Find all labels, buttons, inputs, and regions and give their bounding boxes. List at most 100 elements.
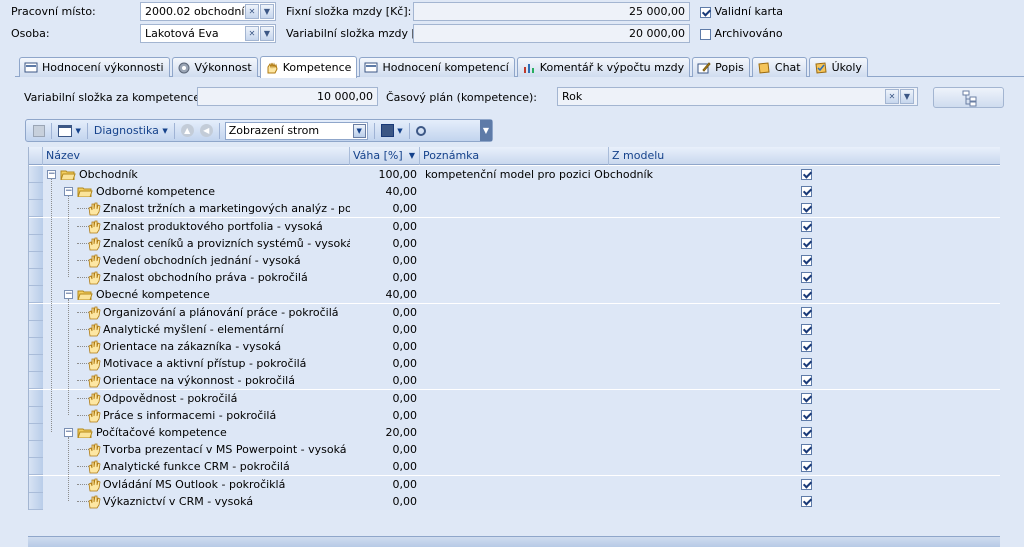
- tab-competence-evaluation[interactable]: Hodnocení kompetencí: [359, 57, 515, 77]
- time-plan-combo[interactable]: Rok ✕ ▼: [557, 87, 918, 106]
- print-preview-button[interactable]: [30, 122, 48, 140]
- tree-item-row[interactable]: Orientace na zákazníka - vysoká 0,00: [29, 338, 1001, 355]
- checkbox-icon[interactable]: [700, 28, 711, 40]
- tree-folder-row[interactable]: − Odborné kompetence 40,00: [29, 183, 1001, 201]
- tree-item-row[interactable]: Orientace na výkonnost - pokročilá 0,00: [29, 372, 1001, 390]
- from-model-checkbox[interactable]: [801, 169, 812, 180]
- fixed-salary-field[interactable]: 25 000,00: [413, 2, 690, 21]
- from-model-checkbox[interactable]: [801, 289, 812, 301]
- tree-item-row[interactable]: Znalost obchodního práva - pokročilá 0,00: [29, 269, 1001, 287]
- tab-description[interactable]: Popis: [692, 57, 750, 77]
- row-indicator[interactable]: [29, 286, 43, 304]
- from-model-checkbox[interactable]: [801, 306, 812, 318]
- chevron-down-icon[interactable]: ▼: [900, 89, 914, 104]
- tab-performance-evaluation[interactable]: Hodnocení výkonnosti: [19, 57, 170, 77]
- collapse-icon[interactable]: −: [64, 290, 73, 300]
- column-header-from-model[interactable]: Z modelu: [609, 147, 1001, 165]
- row-indicator[interactable]: [29, 441, 43, 459]
- search-button[interactable]: [413, 122, 429, 140]
- row-indicator[interactable]: [29, 234, 43, 252]
- tab-chat[interactable]: Chat: [751, 57, 807, 77]
- row-indicator[interactable]: [29, 389, 43, 407]
- row-indicator[interactable]: [29, 269, 43, 287]
- from-model-checkbox[interactable]: [801, 341, 812, 352]
- row-indicator[interactable]: [29, 458, 43, 476]
- tree-folder-row[interactable]: − Počítačové kompetence 20,00: [29, 424, 1001, 441]
- move-up-button[interactable]: ▲: [178, 122, 197, 140]
- row-indicator[interactable]: [29, 475, 43, 493]
- valid-card-checkbox[interactable]: Validní karta: [700, 5, 783, 18]
- tree-item-row[interactable]: Ovládání MS Outlook - pokročiklá 0,00: [29, 475, 1001, 493]
- tree-item-row[interactable]: Analytické myšlení - elementární 0,00: [29, 320, 1001, 338]
- row-indicator[interactable]: [29, 424, 43, 441]
- chevron-down-icon[interactable]: ▼: [352, 123, 366, 138]
- row-indicator[interactable]: [29, 320, 43, 338]
- column-header-weight[interactable]: Váha [%] ▼: [350, 147, 420, 165]
- from-model-checkbox[interactable]: [801, 358, 812, 370]
- from-model-checkbox[interactable]: [801, 427, 812, 438]
- from-model-checkbox[interactable]: [801, 272, 812, 284]
- person-combo[interactable]: Lakotová Eva ✕ ▼: [140, 24, 276, 43]
- tree-folder-row[interactable]: − Obchodník 100,00 kompetenční model pro po…: [29, 166, 1001, 183]
- layout-button[interactable]: ▼: [55, 122, 84, 140]
- from-model-checkbox[interactable]: [801, 375, 812, 387]
- tree-item-row[interactable]: Znalost tržních a marketingových analýz …: [29, 200, 1001, 218]
- row-indicator[interactable]: [29, 406, 43, 424]
- tab-tasks[interactable]: Úkoly: [808, 57, 868, 77]
- tree-item-row[interactable]: Vedení obchodních jednání - vysoká 0,00: [29, 252, 1001, 269]
- tree-item-row[interactable]: Odpovědnost - pokročilá 0,00: [29, 389, 1001, 407]
- from-model-checkbox[interactable]: [801, 461, 812, 473]
- from-model-checkbox[interactable]: [801, 220, 812, 232]
- row-indicator[interactable]: [29, 372, 43, 390]
- column-header-name[interactable]: Název: [43, 147, 350, 165]
- from-model-checkbox[interactable]: [801, 255, 812, 266]
- from-model-checkbox[interactable]: [801, 323, 812, 335]
- workplace-combo[interactable]: 2000.02 obchodní... ✕ ▼: [140, 2, 276, 21]
- from-model-checkbox[interactable]: [801, 478, 812, 490]
- archived-checkbox[interactable]: Archivováno: [700, 27, 783, 40]
- tree-item-row[interactable]: Analytické funkce CRM - pokročilá 0,00: [29, 458, 1001, 476]
- clear-icon[interactable]: ✕: [245, 26, 259, 41]
- collapse-icon[interactable]: −: [64, 187, 73, 197]
- collapse-icon[interactable]: −: [47, 170, 56, 179]
- hierarchy-button[interactable]: [933, 87, 1004, 108]
- clear-icon[interactable]: ✕: [245, 4, 259, 19]
- variable-part-field[interactable]: 10 000,00: [197, 87, 378, 106]
- tree-item-row[interactable]: Práce s informacemi - pokročilá 0,00: [29, 406, 1001, 424]
- chevron-down-icon[interactable]: ▼: [260, 4, 274, 19]
- tree-item-row[interactable]: Výkaznictví v CRM - vysoká 0,00: [29, 492, 1001, 510]
- row-indicator[interactable]: [29, 217, 43, 235]
- tab-competence[interactable]: Kompetence: [259, 56, 358, 78]
- row-indicator[interactable]: [29, 492, 43, 510]
- toolbar-overflow-button[interactable]: ▼: [479, 120, 492, 141]
- row-indicator[interactable]: [29, 166, 43, 183]
- column-header-note[interactable]: Poznámka: [420, 147, 609, 165]
- tree-item-row[interactable]: Znalost produktového portfolia - vysoká 0…: [29, 217, 1001, 235]
- from-model-checkbox[interactable]: [801, 186, 812, 198]
- tree-item-row[interactable]: Organizování a plánování práce - pokroči…: [29, 303, 1001, 321]
- from-model-checkbox[interactable]: [801, 409, 812, 421]
- row-indicator[interactable]: [29, 338, 43, 355]
- from-model-checkbox[interactable]: [801, 203, 812, 215]
- row-indicator[interactable]: [29, 252, 43, 269]
- from-model-checkbox[interactable]: [801, 444, 812, 456]
- tree-item-row[interactable]: Znalost ceníků a provizních systémů - vy…: [29, 234, 1001, 252]
- row-indicator[interactable]: [29, 355, 43, 373]
- row-indicator[interactable]: [29, 200, 43, 218]
- move-down-button[interactable]: ◀: [197, 122, 216, 140]
- view-select[interactable]: Zobrazení strom ▼: [224, 121, 368, 140]
- tab-salary-comment[interactable]: Komentář k výpočtu mzdy: [516, 57, 691, 77]
- clear-icon[interactable]: ✕: [885, 89, 899, 104]
- tree-item-row[interactable]: Tvorba prezentací v MS Powerpoint - vyso…: [29, 441, 1001, 459]
- collapse-icon[interactable]: −: [64, 428, 73, 437]
- chevron-down-icon[interactable]: ▼: [260, 26, 274, 41]
- from-model-checkbox[interactable]: [801, 392, 812, 404]
- save-button[interactable]: ▼: [378, 122, 406, 140]
- tree-folder-row[interactable]: − Obecné kompetence 40,00: [29, 286, 1001, 304]
- from-model-checkbox[interactable]: [801, 495, 812, 507]
- tree-item-row[interactable]: Motivace a aktivní přístup - pokročilá 0,…: [29, 355, 1001, 373]
- checkbox-icon[interactable]: [700, 6, 711, 18]
- diagnostics-menu[interactable]: Diagnostika ▼: [91, 122, 171, 140]
- tab-performance[interactable]: Výkonnost: [171, 57, 258, 77]
- row-indicator[interactable]: [29, 183, 43, 201]
